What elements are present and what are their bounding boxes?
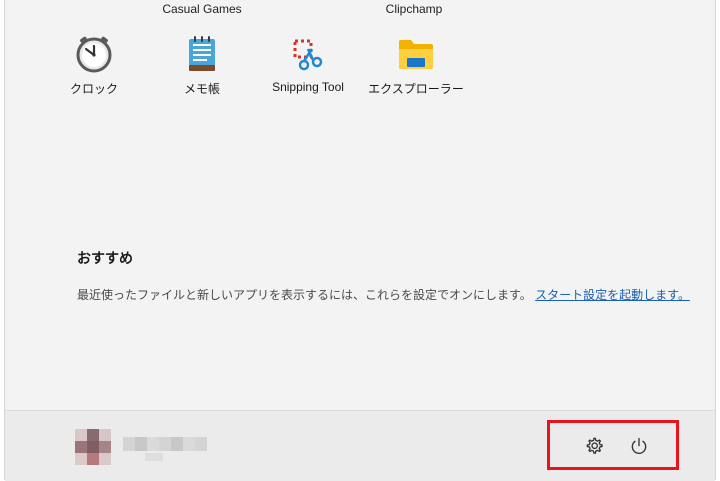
app-snipping-tool[interactable]: Snipping Tool — [258, 32, 358, 102]
avatar[interactable] — [75, 429, 111, 465]
notepad-icon — [182, 34, 222, 74]
app-label: エクスプローラー — [368, 82, 464, 96]
app-label: クロック — [69, 82, 118, 96]
casual-games-label[interactable]: Casual Games — [162, 2, 241, 16]
app-label: Snipping Tool — [272, 80, 344, 94]
snipping-tool-icon — [288, 34, 328, 74]
app-notepad[interactable]: メモ帳 — [152, 32, 252, 102]
app-clock[interactable]: クロック — [44, 32, 144, 102]
clipchamp-label[interactable]: Clipchamp — [386, 2, 443, 16]
user-name[interactable] — [123, 437, 207, 451]
start-menu: Casual Games Clipchamp クロック メモ帳 Snipping… — [4, 0, 716, 481]
recommended-title: おすすめ — [77, 250, 133, 266]
clock-icon — [74, 34, 114, 74]
recommended-message-text: 最近使ったファイルと新しいアプリを表示するには、これらを設定でオンにします。 — [77, 288, 532, 302]
user-name-blur — [145, 453, 163, 461]
app-label: メモ帳 — [183, 82, 220, 96]
start-settings-link[interactable]: スタート設定を起動します。 — [535, 288, 690, 302]
highlight-box — [547, 420, 679, 470]
app-explorer[interactable]: エクスプローラー — [366, 32, 466, 102]
folder-icon — [396, 34, 436, 74]
recommended-message: 最近使ったファイルと新しいアプリを表示するには、これらを設定でオンにします。 ス… — [77, 286, 690, 303]
